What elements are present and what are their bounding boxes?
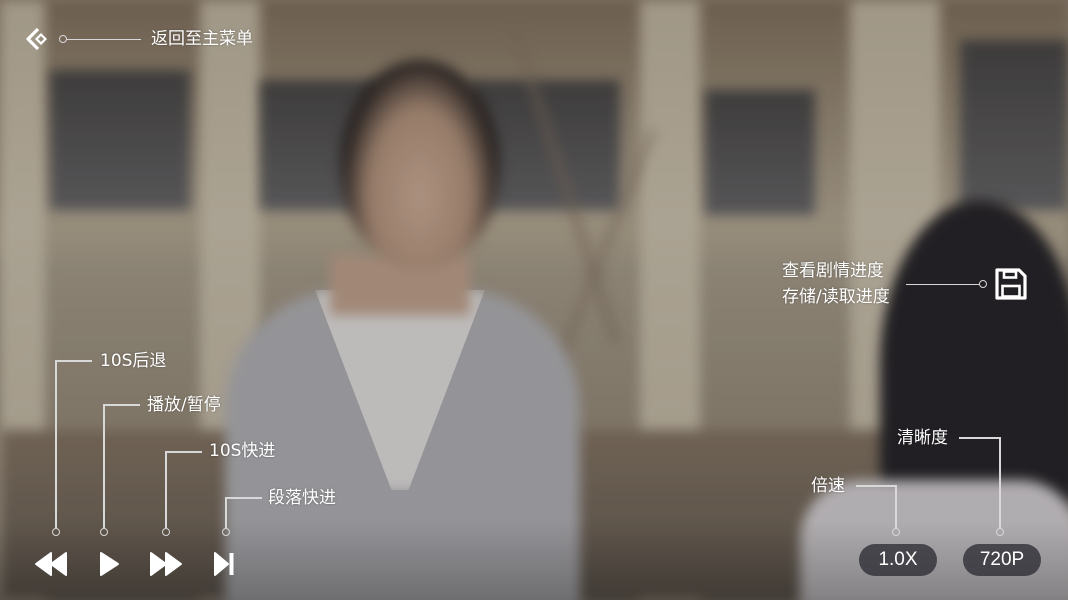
- skip-annotation-line-h: [225, 497, 262, 499]
- quality-label: 清晰度: [897, 428, 948, 448]
- quality-button[interactable]: 720P: [963, 544, 1041, 576]
- play-annotation-line-h: [103, 404, 140, 406]
- play-annotation-dot: [100, 528, 108, 536]
- quality-annotation-line-h: [959, 437, 1000, 439]
- skip-annotation-dot: [222, 528, 230, 536]
- speed-annotation-dot: [892, 528, 900, 536]
- rewind-10s-button[interactable]: [33, 550, 69, 578]
- progress-annotation-line: [906, 283, 979, 285]
- skip-segment-button[interactable]: [211, 550, 237, 578]
- forward-10s-button[interactable]: [148, 550, 184, 578]
- back-button[interactable]: [24, 26, 48, 52]
- play-label: 播放/暂停: [147, 395, 221, 415]
- forward-annotation-line-h: [165, 451, 202, 453]
- back-annotation-dot: [59, 35, 67, 43]
- save-load-button[interactable]: [994, 267, 1028, 301]
- shade-overlay: [0, 0, 1068, 600]
- rewind-annotation-line-v: [55, 360, 57, 528]
- quality-annotation-line-v: [999, 437, 1001, 528]
- rewind-label: 10S后退: [100, 351, 167, 371]
- forward-annotation-dot: [162, 528, 170, 536]
- forward-label: 10S快进: [209, 441, 276, 461]
- speed-annotation-line-h: [856, 485, 896, 487]
- rewind-annotation-dot: [52, 528, 60, 536]
- play-annotation-line-v: [103, 404, 105, 528]
- progress-annotation-dot: [979, 280, 987, 288]
- back-annotation-line: [67, 38, 141, 40]
- rewind-icon: [35, 552, 67, 576]
- rewind-annotation-line-h: [55, 360, 92, 362]
- save-icon: [995, 268, 1027, 300]
- play-pause-button[interactable]: [96, 549, 122, 579]
- speed-annotation-line-v: [895, 485, 897, 528]
- skip-next-icon: [214, 552, 234, 576]
- back-arrow-icon: [26, 27, 47, 51]
- back-label: 返回至主菜单: [151, 29, 253, 49]
- progress-hint-line1: 查看剧情进度: [782, 261, 884, 281]
- speed-label: 倍速: [811, 476, 845, 496]
- play-icon: [100, 552, 119, 576]
- fast-forward-icon: [150, 552, 182, 576]
- quality-annotation-dot: [996, 528, 1004, 536]
- speed-button[interactable]: 1.0X: [859, 544, 937, 576]
- progress-hint-line2: 存储/读取进度: [782, 287, 890, 307]
- forward-annotation-line-v: [165, 451, 167, 528]
- video-frame: [0, 0, 1068, 600]
- skip-label: 段落快进: [268, 488, 336, 508]
- skip-annotation-line-v: [225, 497, 227, 528]
